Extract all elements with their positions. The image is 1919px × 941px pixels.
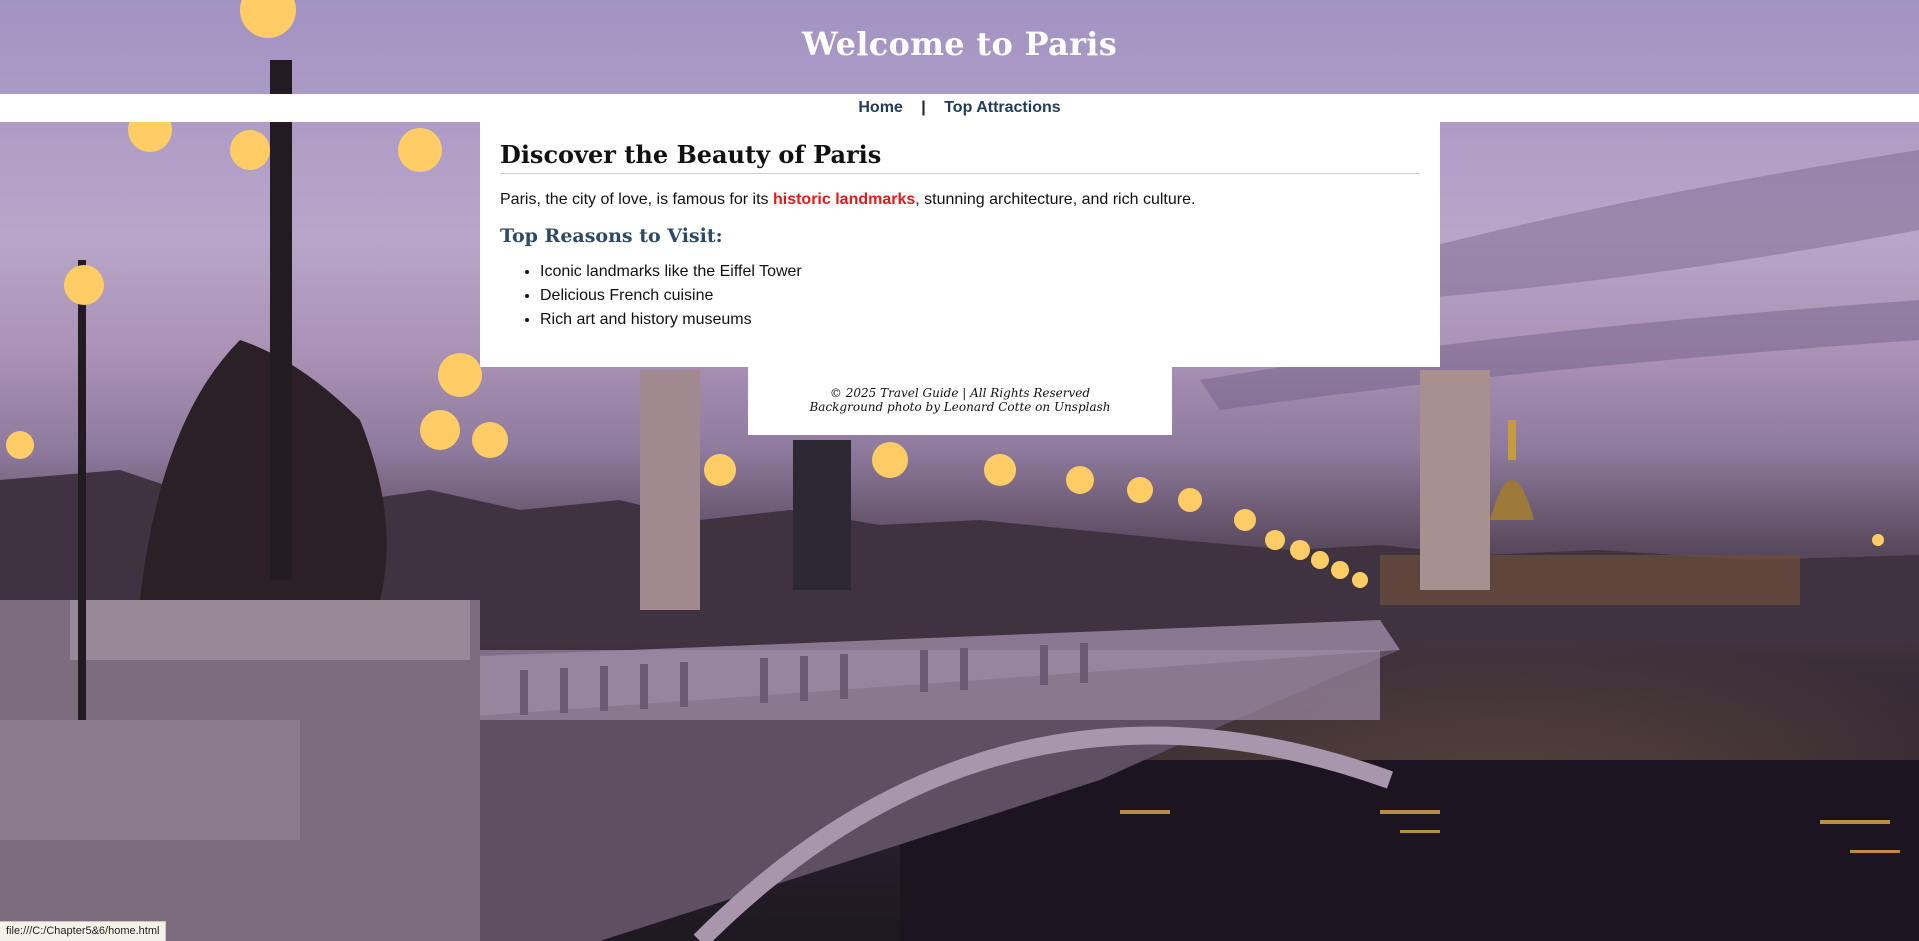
intro-highlight: historic landmarks [772,191,916,208]
page-footer: © 2025 Travel Guide | All Rights Reserve… [748,367,1172,435]
nav-separator: | [921,99,926,116]
intro-text-after: , stunning architecture, and rich cultur… [915,191,1196,208]
reasons-heading: Top Reasons to Visit: [500,225,723,247]
list-item: Rich art and history museums [540,308,1420,332]
intro-text-before: Paris, the city of love, is famous for i… [500,191,773,208]
nav-link-home[interactable]: Home [858,99,902,116]
footer-photo-credit: Background photo by Leonard Cotte on Uns… [809,400,1111,414]
reasons-list: Iconic landmarks like the Eiffel Tower D… [500,260,1420,332]
main-content: Discover the Beauty of Paris Paris, the … [480,122,1440,367]
status-bar-url: file:///C:/Chapter5&6/home.html [0,921,167,941]
intro-paragraph: Paris, the city of love, is famous for i… [500,191,1420,209]
nav-link-top-attractions[interactable]: Top Attractions [944,99,1060,116]
nav-bar: Home | Top Attractions [0,94,1919,122]
page-header: Welcome to Paris [0,0,1919,94]
list-item: Iconic landmarks like the Eiffel Tower [540,260,1420,284]
content-heading: Discover the Beauty of Paris [500,140,1420,174]
list-item: Delicious French cuisine [540,284,1420,308]
page-title: Welcome to Paris [801,25,1118,63]
footer-copyright: © 2025 Travel Guide | All Rights Reserve… [829,386,1091,400]
